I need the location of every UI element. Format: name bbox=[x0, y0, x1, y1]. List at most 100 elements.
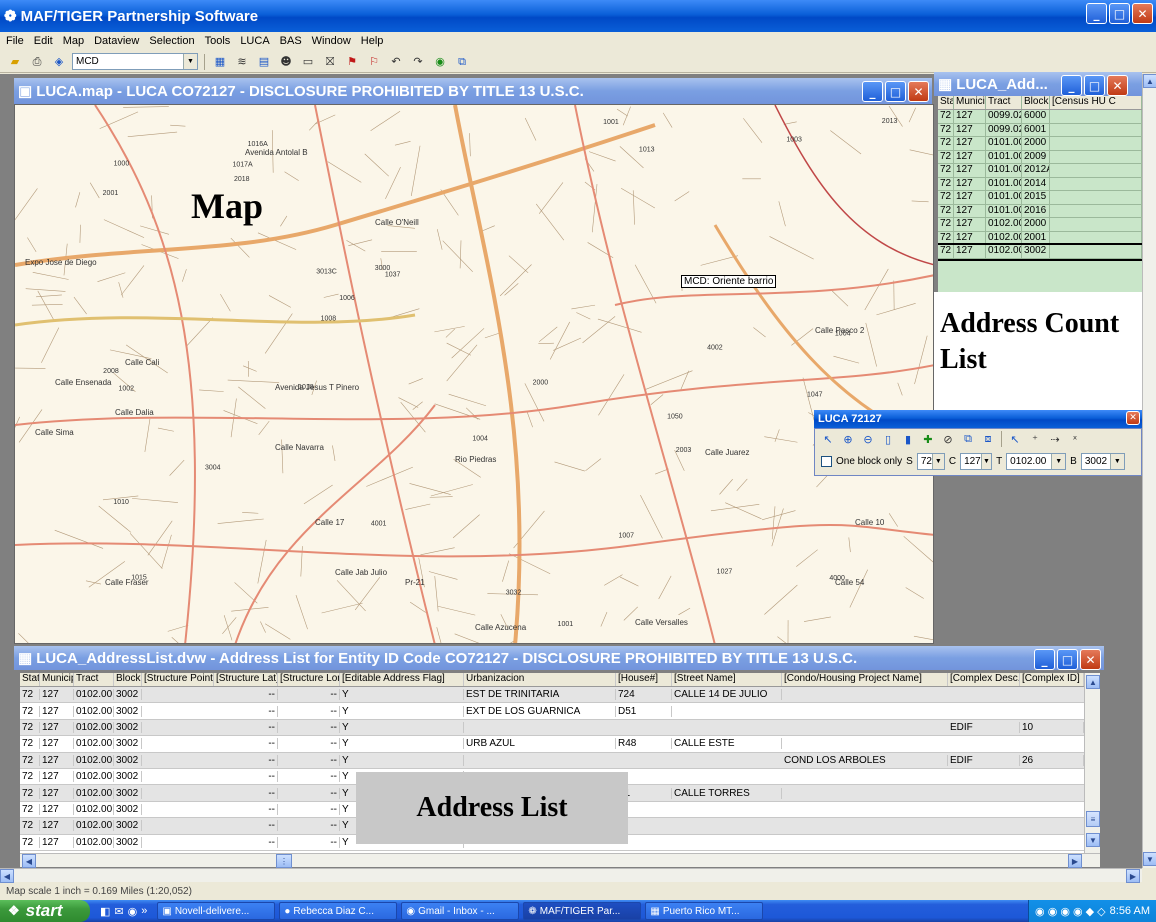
chevron-right-icon[interactable]: » bbox=[141, 905, 147, 918]
open-folder-icon[interactable]: ▰ bbox=[6, 54, 24, 70]
table-row[interactable]: 72 127 0102.00 3002 -- -- Y URB AZUL R48 CALLE ES… bbox=[20, 736, 1084, 753]
layers-icon[interactable]: ≋ bbox=[233, 54, 251, 70]
menu-window[interactable]: Window bbox=[312, 35, 351, 47]
luca-list-title-bar[interactable]: ▦ LUCA_Add... _ □ ✕ bbox=[934, 72, 1142, 96]
taskbar-button[interactable]: ● Rebecca Diaz C... bbox=[279, 902, 398, 920]
zoom-out-icon[interactable]: ⊖ bbox=[859, 431, 877, 447]
scroll-left-icon[interactable]: ◀ bbox=[0, 869, 14, 883]
horizontal-scroll-thumb[interactable]: ⋮ bbox=[276, 854, 292, 868]
map-canvas[interactable]: Avenida Antolal B Calle O'Neill Expo Jose … bbox=[14, 104, 934, 644]
luca-list-maximize-button[interactable]: □ bbox=[1084, 75, 1105, 96]
print-icon[interactable]: ⎙ bbox=[28, 54, 46, 70]
scroll-up-icon[interactable]: ▲ bbox=[1086, 675, 1100, 689]
column-header[interactable]: Tract bbox=[986, 96, 1022, 109]
map-close-button[interactable]: ✕ bbox=[908, 81, 929, 102]
menu-file[interactable]: File bbox=[6, 35, 24, 47]
no-icon[interactable]: ⊘ bbox=[939, 431, 957, 447]
table-row[interactable]: 72 127 0102.00 3002 -- -- Y COND LOS ARBOLES EDI… bbox=[20, 752, 1084, 769]
address-list-maximize-button[interactable]: □ bbox=[1057, 649, 1078, 670]
start-button[interactable]: ❖ start bbox=[0, 900, 90, 922]
address-list-title-bar[interactable]: ▦ LUCA_AddressList.dvw - Address List fo… bbox=[14, 646, 1104, 670]
list-item[interactable]: 72 127 0101.00 2014 bbox=[938, 177, 1142, 191]
menu-luca[interactable]: LUCA bbox=[240, 35, 269, 47]
column-header[interactable]: Tract bbox=[74, 673, 114, 686]
state-select[interactable]: 72 ▼ bbox=[916, 453, 945, 470]
identify-icon[interactable]: ◉ bbox=[431, 54, 449, 70]
luca-toolbox-title-bar[interactable]: LUCA 72127 ✕ bbox=[814, 410, 1142, 428]
scroll-down-icon[interactable]: ▼ bbox=[1086, 833, 1100, 847]
block-select[interactable]: 3002 ▼ bbox=[1080, 453, 1125, 470]
taskbar-button[interactable]: ▦ Puerto Rico MT... bbox=[645, 902, 764, 920]
one-block-checkbox[interactable] bbox=[821, 456, 832, 467]
county-select[interactable]: 127 ▼ bbox=[960, 453, 993, 470]
add-point-icon[interactable]: ⁺ bbox=[1026, 431, 1044, 447]
column-header[interactable]: Block bbox=[1022, 96, 1050, 109]
list-item[interactable]: 72 127 0102.00 2001 bbox=[938, 231, 1142, 245]
list-item[interactable]: 72 127 0099.02 6000 bbox=[938, 110, 1142, 124]
column-header[interactable]: Urbanizacion bbox=[464, 673, 616, 686]
taskbar-button[interactable]: ❁ MAF/TIGER Par... bbox=[523, 902, 642, 920]
column-header[interactable]: [Complex ID] bbox=[1020, 673, 1084, 686]
address-list-vertical-scrollbar[interactable]: ▲ ≡ ▼ bbox=[1084, 673, 1100, 853]
menu-bas[interactable]: BAS bbox=[280, 35, 302, 47]
menu-help[interactable]: Help bbox=[361, 35, 384, 47]
zoom-in-icon[interactable]: ⊕ bbox=[839, 431, 857, 447]
luca-list-minimize-button[interactable]: _ bbox=[1061, 75, 1082, 96]
paste-icon[interactable]: ⧈ bbox=[979, 431, 997, 447]
mail-icon[interactable]: ✉ bbox=[114, 905, 123, 918]
list-item[interactable]: 72 127 0101.00 2016 bbox=[938, 204, 1142, 218]
taskbar-button[interactable]: ◉ Gmail - Inbox - ... bbox=[401, 902, 520, 920]
address-list-minimize-button[interactable]: _ bbox=[1034, 649, 1055, 670]
redo-icon[interactable]: ↷ bbox=[409, 54, 427, 70]
column-header[interactable]: Municipio bbox=[40, 673, 74, 686]
address-list-close-button[interactable]: ✕ bbox=[1080, 649, 1101, 670]
locate-icon[interactable]: ☻ bbox=[277, 54, 295, 70]
list-item[interactable]: 721270101.002012A bbox=[938, 164, 1142, 178]
add-icon[interactable]: ✚ bbox=[919, 431, 937, 447]
flag-icon[interactable]: ⚑ bbox=[343, 54, 361, 70]
list-item[interactable]: 72 127 0101.00 2015 bbox=[938, 191, 1142, 205]
scroll-up-icon[interactable]: ▲ bbox=[1143, 74, 1156, 88]
app-title-bar[interactable]: ❁ MAF/TIGER Partnership Software _ □ ✕ bbox=[0, 0, 1156, 32]
scroll-right-icon[interactable]: ▶ bbox=[1068, 854, 1082, 868]
map-maximize-button[interactable]: □ bbox=[885, 81, 906, 102]
column-header[interactable]: [Census HU C bbox=[1050, 96, 1142, 109]
table-row[interactable]: 72 127 0102.00 3002 -- -- Y EXT DE LOS GUARNICA… bbox=[20, 703, 1084, 720]
column-header[interactable]: [Structure Point] bbox=[142, 673, 214, 686]
select-arrow-icon[interactable]: ↖ bbox=[819, 431, 837, 447]
table-row[interactable]: 72 127 0102.00 3002 -- -- Y EDIF 10 bbox=[20, 719, 1084, 737]
column-header[interactable]: State bbox=[20, 673, 40, 686]
list-item[interactable]: 72 127 0099.02 6001 bbox=[938, 123, 1142, 137]
list-item[interactable]: 72 127 0101.00 2000 bbox=[938, 137, 1142, 151]
scroll-thumb[interactable]: ≡ bbox=[1086, 811, 1100, 827]
map-window-title-bar[interactable]: ▣ LUCA.map - LUCA CO72127 - DISCLOSURE P… bbox=[14, 78, 932, 104]
layer-select[interactable]: MCD ▼ bbox=[72, 53, 198, 70]
column-header[interactable]: Municipio bbox=[954, 96, 986, 109]
list-item[interactable]: 72 127 0102.00 3002 bbox=[938, 243, 1142, 261]
column-header[interactable]: State bbox=[938, 96, 954, 109]
select-point-icon[interactable]: ↖ bbox=[1006, 431, 1024, 447]
menu-map[interactable]: Map bbox=[63, 35, 84, 47]
column-header[interactable]: [Structure Lat] bbox=[214, 673, 278, 686]
app-maximize-button[interactable]: □ bbox=[1109, 3, 1130, 24]
tract-select[interactable]: 0102.00 ▼ bbox=[1006, 453, 1067, 470]
browser-icon[interactable]: ◉ bbox=[128, 905, 138, 918]
measure-icon[interactable]: ⛝ bbox=[321, 54, 339, 70]
menu-tools[interactable]: Tools bbox=[205, 35, 231, 47]
flag-select-icon[interactable]: ⚐ bbox=[365, 54, 383, 70]
column-header[interactable]: [House#] bbox=[616, 673, 672, 686]
luca-toolbox-close-button[interactable]: ✕ bbox=[1126, 411, 1140, 425]
grid-icon[interactable]: ▤ bbox=[255, 54, 273, 70]
column-header[interactable]: [Street Name] bbox=[672, 673, 782, 686]
main-horizontal-scrollbar[interactable]: ◀ ▶ bbox=[0, 868, 1142, 883]
column-header[interactable]: [Editable Address Flag] bbox=[340, 673, 464, 686]
address-list-horizontal-scrollbar[interactable]: ◀ ⋮ ▶ bbox=[20, 853, 1100, 868]
app-close-button[interactable]: ✕ bbox=[1132, 3, 1153, 24]
luca-list-close-button[interactable]: ✕ bbox=[1107, 75, 1128, 96]
main-vertical-scrollbar[interactable]: ▲ ▼ bbox=[1142, 74, 1156, 868]
scroll-left-icon[interactable]: ◀ bbox=[22, 854, 36, 868]
zoom-layer-icon[interactable]: ⧉ bbox=[453, 54, 471, 70]
list-item[interactable]: 72 127 0101.00 2009 bbox=[938, 150, 1142, 164]
menu-dataview[interactable]: Dataview bbox=[94, 35, 139, 47]
delete-point-icon[interactable]: ˣ bbox=[1066, 431, 1084, 447]
